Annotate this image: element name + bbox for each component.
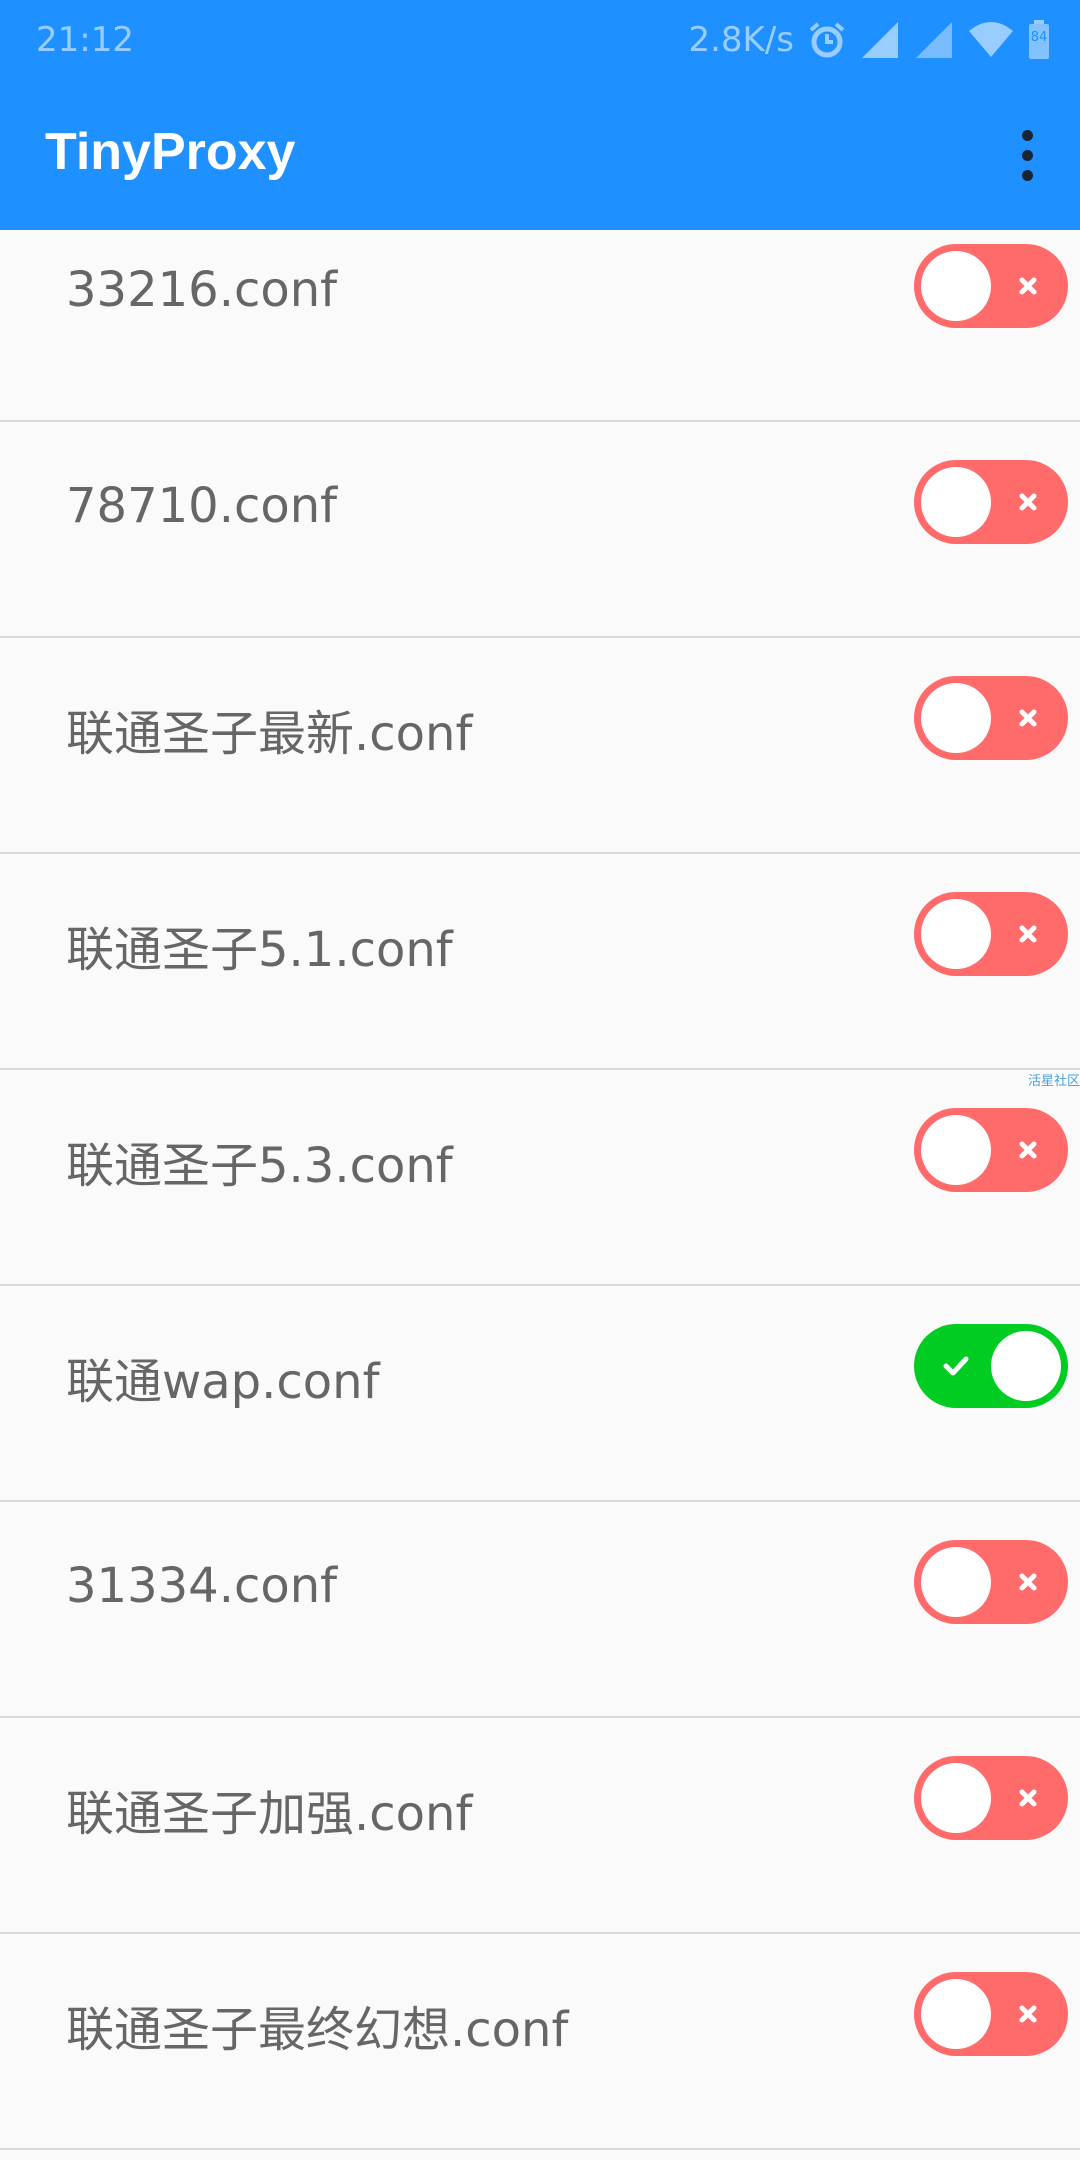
list-item[interactable]: 联通圣子5.3.conf	[0, 1070, 1080, 1286]
alarm-icon	[808, 21, 846, 59]
config-label: 联通圣子5.3.conf	[66, 1138, 453, 1194]
signal-icon	[914, 20, 954, 60]
close-icon	[998, 1972, 1058, 2056]
watermark: 活星社区	[1027, 1074, 1080, 1089]
close-icon	[998, 1108, 1058, 1192]
close-icon	[998, 676, 1058, 760]
toggle-knob	[921, 1115, 991, 1185]
list-item[interactable]: 33216.conf	[0, 230, 1080, 422]
config-toggle[interactable]	[914, 1108, 1068, 1192]
list-item[interactable]: 联通圣子加强.conf	[0, 1718, 1080, 1934]
menu-dot	[1021, 149, 1033, 161]
list-item[interactable]: 联通圣子5.1.conf	[0, 854, 1080, 1070]
app-bar: TinyProxy	[0, 80, 1080, 230]
config-label: 78710.conf	[66, 478, 338, 534]
wifi-icon	[968, 21, 1014, 59]
status-bar: 21:12 2.8K/s 84	[0, 0, 1080, 80]
config-label: 联通圣子5.1.conf	[66, 922, 453, 978]
config-toggle[interactable]	[914, 1540, 1068, 1624]
list-item[interactable]: 31334.conf	[0, 1502, 1080, 1718]
check-icon	[926, 1324, 986, 1408]
menu-dot	[1021, 129, 1033, 141]
config-toggle[interactable]	[914, 460, 1068, 544]
more-vert-icon[interactable]	[1002, 125, 1052, 185]
menu-dot	[1021, 169, 1033, 181]
signal-icon	[860, 20, 900, 60]
status-time: 21:12	[36, 20, 134, 60]
list-item[interactable]: 联通wap.conf	[0, 1286, 1080, 1502]
close-icon	[998, 1756, 1058, 1840]
toggle-knob	[921, 1979, 991, 2049]
battery-icon: 84	[1028, 20, 1050, 60]
config-toggle[interactable]	[914, 244, 1068, 328]
config-label: 33216.conf	[66, 262, 338, 318]
status-icons: 2.8K/s 84	[688, 16, 1050, 64]
close-icon	[998, 244, 1058, 328]
network-speed: 2.8K/s	[688, 20, 794, 60]
app-title: TinyProxy	[45, 123, 296, 181]
close-icon	[998, 1540, 1058, 1624]
list-item[interactable]: 联通圣子最终幻想.conf	[0, 1934, 1080, 2150]
toggle-knob	[921, 899, 991, 969]
toggle-knob	[921, 1763, 991, 1833]
battery-level: 84	[1030, 30, 1048, 45]
config-toggle[interactable]	[914, 1972, 1068, 2056]
config-label: 31334.conf	[66, 1558, 338, 1614]
toggle-knob	[921, 467, 991, 537]
toggle-knob	[921, 1547, 991, 1617]
toggle-knob	[991, 1331, 1061, 1401]
close-icon	[998, 892, 1058, 976]
config-toggle[interactable]	[914, 1324, 1068, 1408]
toggle-knob	[921, 251, 991, 321]
config-toggle[interactable]	[914, 892, 1068, 976]
config-label: 联通圣子加强.conf	[66, 1786, 473, 1842]
config-label: 联通wap.conf	[66, 1354, 380, 1410]
config-toggle[interactable]	[914, 1756, 1068, 1840]
close-icon	[998, 460, 1058, 544]
list-item[interactable]: 78710.conf	[0, 422, 1080, 638]
toggle-knob	[921, 683, 991, 753]
config-label: 联通圣子最新.conf	[66, 706, 473, 762]
config-list: 33216.conf 78710.conf 联通圣子最新.conf 联通圣子5.1.c…	[0, 230, 1080, 2150]
config-toggle[interactable]	[914, 676, 1068, 760]
list-item[interactable]: 联通圣子最新.conf	[0, 638, 1080, 854]
config-label: 联通圣子最终幻想.conf	[66, 2002, 569, 2058]
